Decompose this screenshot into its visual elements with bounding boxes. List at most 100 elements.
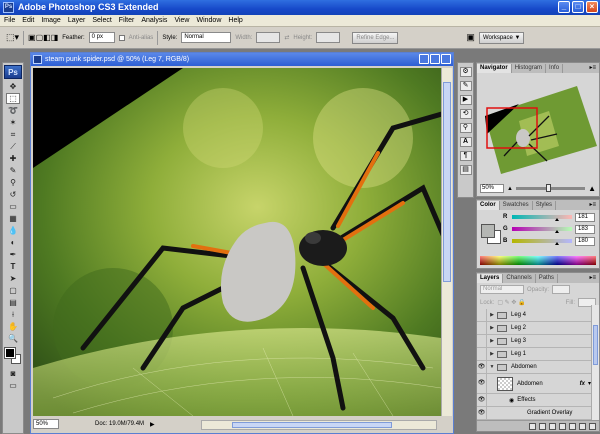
lock-icons[interactable]: ▢ ✎ ✥ 🔒 bbox=[497, 299, 525, 306]
color-foreground-swatch[interactable] bbox=[481, 224, 495, 238]
history-brush-tool-icon[interactable]: ↺ bbox=[6, 189, 20, 200]
selection-mode-icons[interactable]: ▣▢◧◨ bbox=[28, 33, 58, 42]
link-layers-icon[interactable] bbox=[529, 422, 536, 430]
new-layer-icon[interactable] bbox=[579, 422, 586, 430]
workspace-button[interactable]: Workspace ▼ bbox=[478, 31, 525, 44]
eye-icon[interactable]: 👁 bbox=[477, 394, 487, 406]
zoom-in-icon[interactable]: ▲ bbox=[588, 184, 596, 193]
horizontal-scrollbar[interactable] bbox=[201, 420, 437, 430]
menu-image[interactable]: Image bbox=[41, 17, 60, 24]
zoom-tool-icon[interactable]: 🔍 bbox=[6, 333, 20, 344]
hand-tool-icon[interactable]: ✋ bbox=[6, 321, 20, 332]
channel-r-slider[interactable] bbox=[512, 215, 572, 221]
crop-tool-icon[interactable]: ⌗ bbox=[6, 129, 20, 140]
eye-icon[interactable]: 👁 bbox=[477, 374, 487, 393]
refine-edge-button[interactable]: Refine Edge... bbox=[352, 31, 399, 44]
eraser-tool-icon[interactable]: ▭ bbox=[6, 201, 20, 212]
shape-tool-icon[interactable]: ▢ bbox=[6, 285, 20, 296]
layer-row[interactable]: 👁 Abdomen fx ▾ bbox=[477, 374, 599, 394]
brush-tool-icon[interactable]: ✎ bbox=[6, 165, 20, 176]
layer-row[interactable]: ▶ Leg 1 bbox=[477, 348, 599, 361]
eye-icon[interactable]: 👁 bbox=[477, 361, 487, 373]
swap-icon[interactable]: ⇄ bbox=[284, 34, 289, 41]
menu-filter[interactable]: Filter bbox=[119, 17, 135, 24]
layer-comps-icon[interactable]: ▤ bbox=[459, 165, 472, 175]
navigator-zoom-knob[interactable] bbox=[546, 184, 552, 192]
channel-r-input[interactable]: 181 bbox=[575, 212, 595, 222]
document-close-button[interactable] bbox=[441, 54, 451, 64]
layer-mask-icon[interactable] bbox=[549, 422, 556, 430]
style-select[interactable]: Normal bbox=[181, 32, 232, 43]
layer-row[interactable]: ▶ Leg 2 bbox=[477, 322, 599, 335]
paragraph-icon[interactable]: ¶ bbox=[459, 151, 472, 161]
expand-arrow-icon[interactable]: ▶ bbox=[487, 351, 497, 357]
opacity-input[interactable] bbox=[552, 285, 571, 294]
layer-row[interactable]: ▶ Leg 4 bbox=[477, 309, 599, 322]
tab-layers[interactable]: Layers bbox=[477, 274, 504, 283]
eyedropper-tool-icon[interactable]: ⟊ bbox=[6, 309, 20, 320]
tab-color[interactable]: Color bbox=[477, 201, 500, 210]
layer-effects-row[interactable]: 👁 ◉ Effects bbox=[477, 394, 599, 407]
panel-menu-icon[interactable]: ▸≡ bbox=[589, 64, 596, 71]
layers-scrollbar[interactable] bbox=[591, 305, 599, 421]
channel-g-slider[interactable] bbox=[512, 227, 572, 233]
slice-tool-icon[interactable]: ⟋ bbox=[6, 141, 20, 152]
navigator-thumbnail[interactable] bbox=[479, 76, 597, 182]
type-tool-icon[interactable]: T bbox=[6, 261, 20, 272]
marquee-tool-preset-icon[interactable]: ⬚▾ bbox=[6, 32, 19, 43]
close-button[interactable]: × bbox=[586, 1, 598, 13]
menu-window[interactable]: Window bbox=[196, 17, 221, 24]
color-chips[interactable] bbox=[4, 347, 22, 365]
navigator-zoom-slider[interactable] bbox=[515, 184, 586, 192]
tab-channels[interactable]: Channels bbox=[503, 274, 536, 283]
visibility-toggle[interactable] bbox=[477, 309, 487, 321]
horizontal-scroll-thumb[interactable] bbox=[232, 422, 392, 428]
menu-edit[interactable]: Edit bbox=[22, 17, 34, 24]
color-spectrum-bar[interactable] bbox=[480, 256, 596, 265]
zoom-level-field[interactable]: 50% bbox=[33, 419, 59, 429]
tab-paths[interactable]: Paths bbox=[536, 274, 559, 283]
vertical-scrollbar[interactable] bbox=[441, 68, 452, 416]
blend-mode-select[interactable]: Normal bbox=[480, 285, 524, 294]
document-minimize-button[interactable] bbox=[419, 54, 429, 64]
panel-menu-icon[interactable]: ▸≡ bbox=[589, 201, 596, 208]
history-icon[interactable]: ⟲ bbox=[459, 109, 472, 119]
antialias-checkbox[interactable] bbox=[118, 34, 125, 41]
collapse-arrow-icon[interactable]: ▼ bbox=[487, 364, 497, 370]
tab-info[interactable]: Info bbox=[546, 64, 564, 73]
tab-histogram[interactable]: Histogram bbox=[512, 64, 547, 73]
vertical-scroll-thumb[interactable] bbox=[443, 82, 451, 282]
layer-thumbnail[interactable] bbox=[497, 376, 513, 391]
menu-analysis[interactable]: Analysis bbox=[141, 17, 167, 24]
channel-g-input[interactable]: 183 bbox=[575, 224, 595, 234]
channel-b-marker[interactable] bbox=[554, 242, 559, 245]
eye-icon[interactable]: 👁 bbox=[477, 407, 487, 419]
brushes-icon[interactable]: ✎ bbox=[459, 81, 472, 91]
document-info-text[interactable]: Doc: 19.0M/79.4M bbox=[95, 421, 144, 427]
maximize-button[interactable]: □ bbox=[572, 1, 584, 13]
notes-tool-icon[interactable]: ▤ bbox=[6, 297, 20, 308]
expand-arrow-icon[interactable]: ▶ bbox=[487, 312, 497, 318]
width-input[interactable] bbox=[256, 32, 281, 43]
healing-brush-tool-icon[interactable]: ✚ bbox=[6, 153, 20, 164]
height-input[interactable] bbox=[316, 32, 341, 43]
adjustment-layer-icon[interactable] bbox=[559, 422, 566, 430]
channel-b-input[interactable]: 180 bbox=[575, 236, 595, 246]
zoom-out-icon[interactable]: ▲ bbox=[507, 186, 513, 192]
fx-badge[interactable]: fx bbox=[580, 381, 585, 387]
file-browser-icon[interactable]: ▣ bbox=[466, 32, 475, 43]
trash-icon[interactable] bbox=[589, 422, 596, 430]
clone-source-icon[interactable]: ⚲ bbox=[459, 123, 472, 133]
lasso-tool-icon[interactable]: ➰ bbox=[6, 105, 20, 116]
layer-style-icon[interactable] bbox=[539, 422, 546, 430]
image-canvas[interactable] bbox=[33, 68, 441, 416]
visibility-toggle[interactable] bbox=[477, 348, 487, 360]
pen-tool-icon[interactable]: ✒ bbox=[6, 249, 20, 260]
navigator-zoom-field[interactable]: 50% bbox=[480, 184, 504, 193]
layers-scroll-thumb[interactable] bbox=[593, 325, 598, 365]
path-selection-tool-icon[interactable]: ➤ bbox=[6, 273, 20, 284]
foreground-color-chip[interactable] bbox=[4, 347, 16, 359]
expand-arrow-icon[interactable]: ▶ bbox=[487, 325, 497, 331]
move-tool-icon[interactable]: ✥ bbox=[6, 81, 20, 92]
layer-row[interactable]: ▶ Leg 3 bbox=[477, 335, 599, 348]
